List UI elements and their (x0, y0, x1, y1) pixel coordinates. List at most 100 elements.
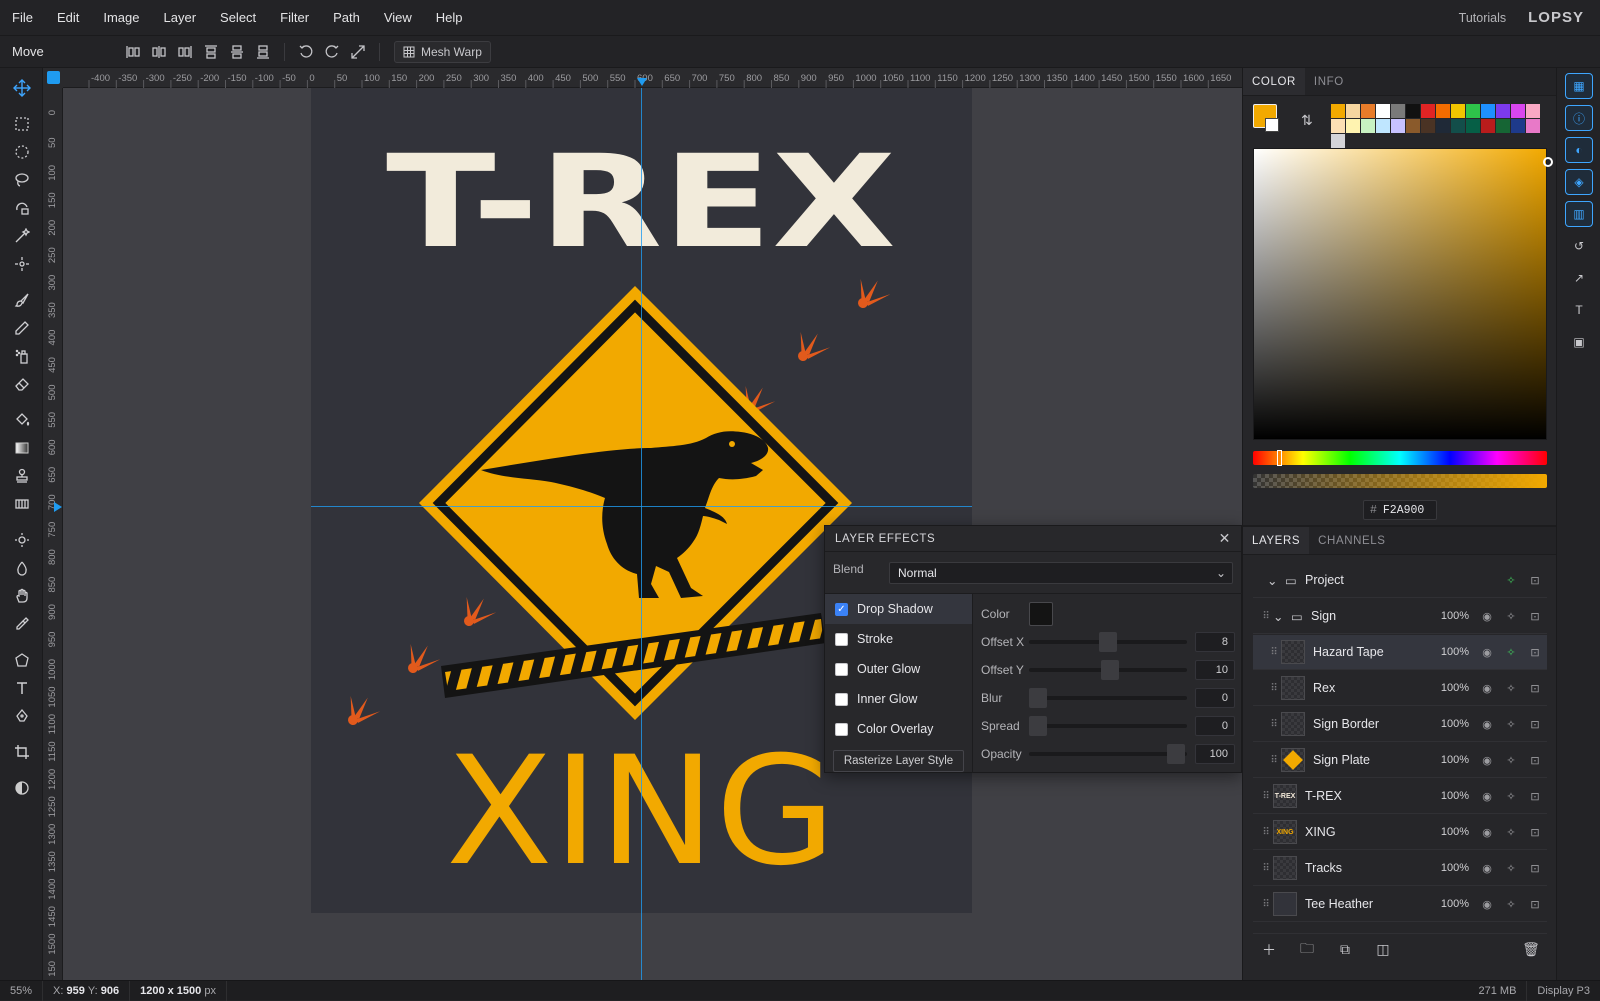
quick-select-icon[interactable] (0, 250, 43, 278)
color-swatch[interactable] (1361, 119, 1375, 133)
color-swatch[interactable] (1511, 104, 1525, 118)
slider-handle[interactable] (1029, 688, 1047, 708)
effects-icon[interactable]: ✧ (1499, 610, 1523, 623)
menu-edit[interactable]: Edit (45, 10, 91, 25)
vertical-guide[interactable] (641, 88, 642, 980)
swap-colors-icon[interactable]: ⇅ (1301, 112, 1313, 129)
color-swatch[interactable] (1421, 104, 1435, 118)
eraser-icon[interactable] (0, 370, 43, 398)
align-left-icon[interactable] (120, 40, 146, 64)
menu-filter[interactable]: Filter (268, 10, 321, 25)
color-swatch[interactable] (1421, 119, 1435, 133)
layer-row[interactable]: ⠿ Tee Heather 100% ◉ ✧ ⊡ (1253, 887, 1547, 922)
layer-opacity[interactable]: 100% (1435, 718, 1469, 730)
blur-slider[interactable] (1029, 688, 1187, 708)
navigator-icon[interactable]: ▦ (1557, 70, 1600, 102)
layer-row[interactable]: ⌄ ▭ Project ✧ ⊡ (1253, 563, 1547, 598)
menu-layer[interactable]: Layer (152, 10, 209, 25)
align-middle-v-icon[interactable] (224, 40, 250, 64)
color-swatch[interactable] (1526, 119, 1540, 133)
trash-icon[interactable]: 🗑 (1515, 941, 1547, 958)
lock-icon[interactable]: ⊡ (1523, 718, 1547, 731)
picker-handle[interactable] (1543, 157, 1553, 167)
brush-icon[interactable] (0, 286, 43, 314)
menu-help[interactable]: Help (424, 10, 475, 25)
color-swatch[interactable] (1526, 104, 1540, 118)
color-swatch[interactable] (1451, 104, 1465, 118)
layer-opacity[interactable]: 100% (1435, 898, 1469, 910)
text-tool-icon[interactable] (0, 674, 43, 702)
magic-wand-icon[interactable] (0, 222, 43, 250)
effects-icon[interactable]: ✧ (1499, 862, 1523, 875)
lock-icon[interactable]: ⊡ (1523, 862, 1547, 875)
path-icon[interactable]: ↗ (1557, 262, 1600, 294)
menu-file[interactable]: File (0, 10, 45, 25)
color-swatch[interactable] (1406, 104, 1420, 118)
chevron-down-icon[interactable]: ⌄ (1273, 609, 1291, 624)
drag-handle-icon[interactable]: ⠿ (1267, 683, 1281, 694)
slider-handle[interactable] (1101, 660, 1119, 680)
lock-icon[interactable]: ⊡ (1523, 754, 1547, 767)
info-icon[interactable]: ⓘ (1557, 102, 1600, 134)
new-folder-icon[interactable]: 🗀 (1291, 938, 1323, 962)
effects-icon[interactable]: ✧ (1499, 754, 1523, 767)
layer-row[interactable]: ⠿ Hazard Tape 100% ◉ ✧ ⊡ (1253, 635, 1547, 670)
eye-icon[interactable]: ◉ (1475, 754, 1499, 767)
layer-row[interactable]: ⠿ XING XING 100% ◉ ✧ ⊡ (1253, 815, 1547, 850)
menu-path[interactable]: Path (321, 10, 372, 25)
layer-row[interactable]: ⠿ T-REX T-REX 100% ◉ ✧ ⊡ (1253, 779, 1547, 814)
offset-y-input[interactable]: 10 (1195, 660, 1235, 680)
shadow-color-swatch[interactable] (1029, 602, 1053, 626)
offset-y-slider[interactable] (1029, 660, 1187, 680)
color-swatch[interactable] (1451, 119, 1465, 133)
effect-stroke[interactable]: Stroke (825, 624, 972, 654)
contrast-icon[interactable] (0, 774, 43, 802)
horizontal-guide[interactable] (311, 506, 972, 507)
eye-icon[interactable]: ◉ (1475, 898, 1499, 911)
effect-drop-shadow[interactable]: ✓ Drop Shadow (825, 594, 972, 624)
add-layer-icon[interactable]: ＋ (1253, 940, 1285, 960)
opacity-input[interactable]: 100 (1195, 744, 1235, 764)
move-tool-icon[interactable] (0, 74, 43, 102)
eye-icon[interactable]: ◉ (1475, 826, 1499, 839)
rotate-right-icon[interactable] (319, 40, 345, 64)
pattern-stamp-icon[interactable] (0, 490, 43, 518)
rasterize-layer-style-button[interactable]: Rasterize Layer Style (833, 750, 964, 772)
checkbox-icon[interactable] (835, 632, 848, 646)
slider-handle[interactable] (1029, 716, 1047, 736)
checkbox-icon[interactable] (835, 692, 848, 706)
canvas-viewport[interactable]: -400 -350 -300 -250 -200 -150 -100 -50 0 50 100 150… (43, 68, 1242, 980)
effects-icon[interactable]: ✧ (1499, 682, 1523, 695)
lock-icon[interactable]: ⊡ (1523, 790, 1547, 803)
rect-select-icon[interactable] (0, 110, 43, 138)
gradient-icon[interactable] (0, 434, 43, 462)
effects-icon[interactable]: ✧ (1499, 790, 1523, 803)
polygon-icon[interactable] (0, 646, 43, 674)
color-swatch[interactable] (1466, 119, 1480, 133)
lasso-icon[interactable] (0, 166, 43, 194)
color-swatch[interactable] (1406, 119, 1420, 133)
mask-icon[interactable]: ◫ (1367, 941, 1399, 958)
pencil-icon[interactable] (0, 314, 43, 342)
drag-handle-icon[interactable]: ⠿ (1267, 647, 1281, 658)
checkbox-icon[interactable] (835, 722, 848, 736)
effect-color-overlay[interactable]: Color Overlay (825, 714, 972, 744)
layer-row[interactable]: ⠿ Rex 100% ◉ ✧ ⊡ (1253, 671, 1547, 706)
effects-icon[interactable]: ✧ (1499, 898, 1523, 911)
background-color-swatch[interactable] (1265, 118, 1279, 132)
lock-icon[interactable]: ⊡ (1523, 574, 1547, 587)
color-swatch[interactable] (1511, 119, 1525, 133)
drag-handle-icon[interactable]: ⠿ (1259, 827, 1273, 838)
color-swatch[interactable] (1331, 104, 1345, 118)
layer-row[interactable]: ⠿ Sign Plate 100% ◉ ✧ ⊡ (1253, 743, 1547, 778)
align-bottom-icon[interactable] (250, 40, 276, 64)
offset-x-slider[interactable] (1029, 632, 1187, 652)
close-icon[interactable]: ✕ (1219, 530, 1231, 547)
alpha-slider[interactable] (1253, 474, 1547, 488)
blur-drop-icon[interactable] (0, 554, 43, 582)
drag-handle-icon[interactable]: ⠿ (1259, 611, 1273, 622)
mesh-warp-button[interactable]: Mesh Warp (394, 40, 491, 63)
color-swatch[interactable] (1481, 119, 1495, 133)
color-swatch[interactable] (1481, 104, 1495, 118)
color-swatch[interactable] (1331, 134, 1345, 148)
